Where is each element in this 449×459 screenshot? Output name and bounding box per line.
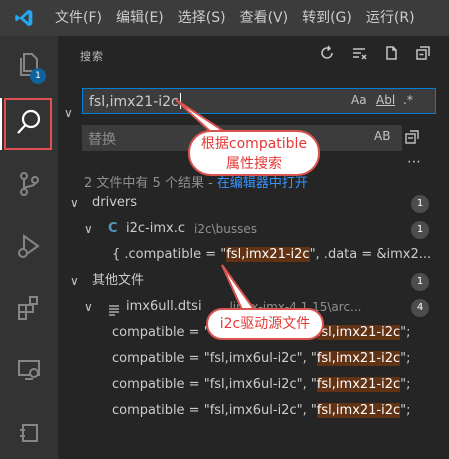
remote-explorer-button[interactable] xyxy=(0,346,58,398)
replace-all-icon[interactable] xyxy=(404,128,422,150)
file-row-i2c-imx[interactable]: ∨ C i2c-imx.c i2c\busses 1 xyxy=(58,217,449,241)
file-match-count: 1 xyxy=(411,221,429,239)
panel-actions xyxy=(317,43,433,63)
open-in-editor-link[interactable]: 在编辑器中打开 xyxy=(217,176,308,191)
match-whole-word-option[interactable]: Abl xyxy=(376,93,395,107)
callout-compatible-search: 根据compatible 属性搜索 xyxy=(188,130,320,176)
search-icon-highlight xyxy=(4,98,52,150)
match-highlight: fsl,imx21-i2c xyxy=(316,351,401,366)
panel-title: 搜索 xyxy=(80,50,104,63)
extensions-icon xyxy=(15,294,43,326)
match-line[interactable]: compatible = "fsl,imx6ul-i2c", "fsl,imx2… xyxy=(58,399,449,423)
more-options-icon[interactable]: ⋯ xyxy=(407,154,421,170)
use-regex-option[interactable]: .* xyxy=(403,93,413,107)
folder-row-other-files[interactable]: ∨ 其他文件 1 xyxy=(58,269,449,293)
preserve-case-option[interactable]: AB xyxy=(374,129,390,143)
folder-name: 其他文件 xyxy=(92,273,145,288)
match-line[interactable]: compatible = "fsl,imx6ul-i2c", "fsl,imx2… xyxy=(58,373,449,397)
explorer-badge: 1 xyxy=(30,68,46,84)
match-highlight: fsl,imx21-i2c xyxy=(316,325,401,340)
run-debug-icon xyxy=(15,232,43,264)
menu-view[interactable]: 查看(V) xyxy=(233,0,296,36)
file-path: i2c\busses xyxy=(194,222,257,236)
expand-chevron-icon: ∨ xyxy=(84,300,93,314)
new-search-editor-icon[interactable] xyxy=(381,43,401,63)
source-control-icon xyxy=(15,170,43,202)
remote-explorer-icon xyxy=(15,356,43,388)
menu-file[interactable]: 文件(F) xyxy=(48,0,109,36)
match-line[interactable]: { .compatible = "fsl,imx21-i2c", .data =… xyxy=(58,243,449,267)
match-highlight: fsl,imx21-i2c xyxy=(316,403,401,418)
folder-row-drivers[interactable]: ∨ drivers 1 xyxy=(58,191,449,215)
expand-chevron-icon: ∨ xyxy=(70,196,79,210)
match-highlight: fsl,imx21-i2c xyxy=(226,247,310,262)
menu-run[interactable]: 运行(R) xyxy=(359,0,422,36)
vscode-logo-icon xyxy=(0,0,48,36)
menu-selection[interactable]: 选择(S) xyxy=(171,0,233,36)
match-line[interactable]: compatible = "fsl,imx6ul-i2c", "fsl,imx2… xyxy=(58,347,449,371)
folder-match-count: 1 xyxy=(411,195,429,213)
file-name: imx6ull.dtsi xyxy=(126,299,202,314)
file-name: i2c-imx.c xyxy=(126,221,185,236)
clear-results-icon[interactable] xyxy=(349,43,369,63)
search-query-text: fsl,imx21-i2c xyxy=(89,93,181,110)
folder-match-count: 1 xyxy=(411,273,429,291)
menu-go[interactable]: 转到(G) xyxy=(295,0,359,36)
remote-window-icon xyxy=(15,418,43,450)
run-debug-button[interactable] xyxy=(0,222,58,274)
replace-placeholder: 替换 xyxy=(88,132,116,148)
extensions-button[interactable] xyxy=(0,284,58,336)
search-input[interactable]: fsl,imx21-i2c Aa Abl .* xyxy=(82,88,436,114)
menu-edit[interactable]: 编辑(E) xyxy=(109,0,171,36)
toggle-replace-chevron-icon[interactable]: ∨ xyxy=(64,106,73,120)
folder-name: drivers xyxy=(92,195,138,210)
refresh-icon[interactable] xyxy=(317,43,337,63)
expand-chevron-icon: ∨ xyxy=(70,274,79,288)
c-file-icon: C xyxy=(108,221,118,236)
expand-chevron-icon: ∨ xyxy=(84,222,93,236)
menu-bar: 文件(F) 编辑(E) 选择(S) 查看(V) 转到(G) 运行(R) xyxy=(0,0,449,36)
callout-i2c-driver-source: i2c驱动源文件 xyxy=(206,308,324,340)
search-panel: 搜索 ∨ fsl,imx21-i2c Aa Abl .* 替换 AB ⋯ 2 文… xyxy=(58,36,449,459)
match-case-option[interactable]: Aa xyxy=(351,93,367,107)
source-control-button[interactable] xyxy=(0,160,58,212)
file-match-count: 4 xyxy=(411,299,429,317)
explorer-button[interactable]: 1 xyxy=(0,40,58,92)
remote-window-button[interactable] xyxy=(0,408,58,459)
collapse-all-icon[interactable] xyxy=(413,43,433,63)
match-highlight: fsl,imx21-i2c xyxy=(316,377,401,392)
